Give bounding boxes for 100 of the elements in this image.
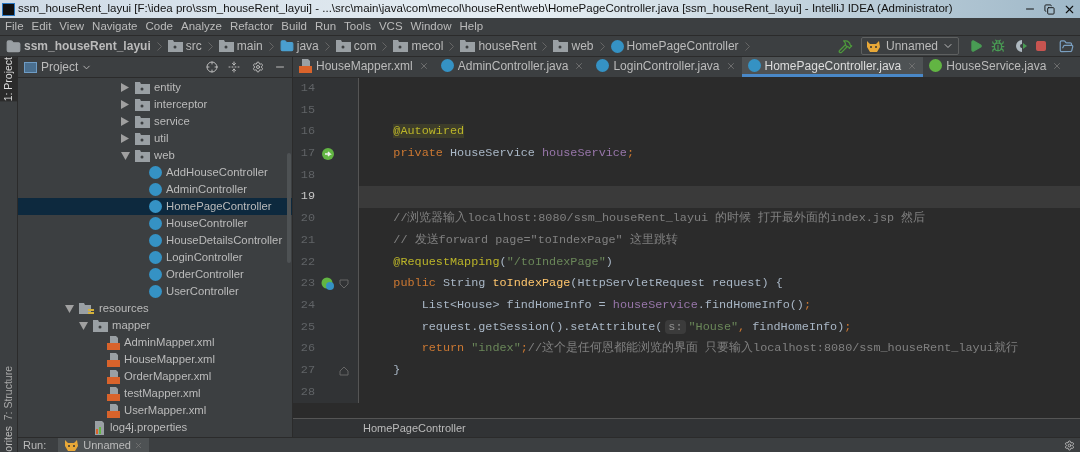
project-folder-icon: [6, 38, 21, 54]
globe-gutter-icon[interactable]: [321, 277, 335, 292]
run-config-dropdown[interactable]: Unnamed: [860, 37, 959, 55]
editor-tab[interactable]: LoginController.java: [590, 57, 742, 77]
menu-item[interactable]: Refactor: [229, 17, 274, 36]
tree-item[interactable]: util: [18, 130, 292, 147]
xml-file-icon: [107, 369, 120, 384]
tool-window-tab[interactable]: orites: [0, 426, 18, 452]
menu-item[interactable]: Build: [281, 17, 307, 36]
locate-icon[interactable]: [206, 61, 218, 73]
tree-item[interactable]: log4j.properties: [18, 419, 292, 436]
code-line: return "index";//这个是任何恩都能浏览的界面 只要输入localhost:8080/ssm_houseRent_layui就行: [420, 340, 1018, 358]
collapse-all-icon[interactable]: [228, 61, 240, 73]
tree-item[interactable]: HouseController: [18, 215, 292, 232]
tree-item[interactable]: OrderController: [18, 266, 292, 283]
xml-file-icon: [107, 335, 120, 350]
breadcrumb-item[interactable]: src: [167, 37, 213, 55]
unfold-icon[interactable]: [339, 365, 349, 376]
breadcrumb-item[interactable]: houseRent: [460, 37, 548, 55]
line-number: 19: [299, 188, 315, 206]
chevron-right-icon: [324, 41, 330, 51]
menu-item[interactable]: Help: [459, 17, 484, 36]
tool-window-tab[interactable]: 1: Project: [0, 57, 18, 102]
tree-item[interactable]: resources: [18, 300, 292, 317]
menu-item[interactable]: VCS: [378, 17, 403, 36]
cat-icon: [865, 39, 882, 53]
editor-tab[interactable]: HouseMapper.xml: [293, 57, 435, 77]
tree-item[interactable]: service: [18, 113, 292, 130]
settings-icon[interactable]: [252, 61, 264, 73]
editor-breadcrumb[interactable]: HomePageController: [363, 419, 466, 437]
editor-tab[interactable]: HomePageController.java: [741, 57, 924, 77]
xml-file-icon: [107, 403, 120, 418]
breadcrumb-item[interactable]: ssm_houseRent_layui: [6, 37, 162, 55]
menu-item[interactable]: Navigate: [92, 17, 138, 36]
folder-icon: [93, 319, 108, 332]
run-icon[interactable]: [969, 39, 983, 53]
code-line: request.getSession().setAttribute( s: "House", findHomeInfo);: [420, 318, 852, 336]
folder-icon: [218, 40, 234, 52]
tree-item[interactable]: UserController: [18, 283, 292, 300]
restore-icon[interactable]: [1044, 3, 1055, 15]
menu-item[interactable]: Tools: [344, 17, 371, 36]
stop-icon[interactable]: [1035, 40, 1047, 52]
code-line: private HouseService houseService;: [392, 145, 635, 163]
class-icon: [610, 39, 624, 53]
tree-item[interactable]: AdminMapper.xml: [18, 334, 292, 351]
hammer-icon[interactable]: [837, 38, 853, 54]
tool-window-tab[interactable]: 7: Structure: [0, 366, 18, 421]
debug-icon[interactable]: [991, 39, 1005, 53]
folder-icon: [135, 149, 150, 162]
breadcrumb-item[interactable]: web: [553, 37, 605, 55]
window-title: ssm_houseRent_layui [F:\idea pro\ssm_houseRent_layui] - ...\src\main\java\com\mecol\houseRent\web\HomePageController.java [ssm_houseRent_layui] - IntelliJ IDEA (Administrator): [18, 1, 954, 17]
breadcrumb-item[interactable]: com: [335, 37, 388, 55]
tree-item[interactable]: HouseMapper.xml: [18, 351, 292, 368]
source-folder-icon: [279, 39, 294, 53]
chevron-right-icon: [207, 41, 213, 51]
expanded-arrow-icon[interactable]: [121, 151, 130, 160]
bean-gutter-icon[interactable]: [321, 146, 335, 161]
breadcrumb-item[interactable]: HomePageController: [610, 37, 750, 55]
fold-icon[interactable]: [339, 279, 349, 290]
tree-item[interactable]: entity: [18, 79, 292, 96]
menu-item[interactable]: Analyze: [180, 17, 222, 36]
folder-icon: [460, 40, 476, 52]
menu-item[interactable]: Code: [145, 17, 173, 36]
class-icon: [149, 200, 162, 213]
tree-item[interactable]: testMapper.xml: [18, 385, 292, 402]
breadcrumb-item[interactable]: mecol: [393, 37, 455, 55]
menu-item[interactable]: Window: [410, 17, 452, 36]
tree-item[interactable]: AddHouseController: [18, 164, 292, 181]
project-view-dropdown[interactable]: Project: [41, 58, 93, 76]
tree-item[interactable]: mapper: [18, 317, 292, 334]
folder-icon: [135, 81, 150, 94]
settings-icon[interactable]: [1064, 439, 1075, 451]
tree-item[interactable]: web: [18, 147, 292, 164]
tree-item[interactable]: HomePageController: [18, 198, 292, 215]
chevron-right-icon: [599, 41, 605, 51]
class-icon: [149, 166, 162, 179]
project-structure-icon[interactable]: [1059, 38, 1074, 54]
tree-item[interactable]: LoginController: [18, 249, 292, 266]
editor-tab[interactable]: HouseService.java: [923, 57, 1069, 77]
menu-item[interactable]: View: [59, 17, 85, 36]
tree-item[interactable]: AdminController: [18, 181, 292, 198]
xml-file-icon: [299, 58, 312, 73]
breadcrumb-item[interactable]: main: [218, 37, 274, 55]
folder-icon: [167, 40, 183, 52]
tree-item[interactable]: interceptor: [18, 96, 292, 113]
chevron-right-icon: [542, 41, 548, 51]
menu-item[interactable]: Edit: [31, 17, 52, 36]
tree-item[interactable]: OrderMapper.xml: [18, 368, 292, 385]
coverage-icon[interactable]: [1013, 39, 1027, 53]
tree-item[interactable]: UserMapper.xml: [18, 402, 292, 419]
class-icon: [747, 59, 761, 72]
menu-item[interactable]: Run: [314, 17, 337, 36]
menu-item[interactable]: File: [5, 17, 24, 36]
run-tab[interactable]: Unnamed: [58, 438, 149, 452]
editor-tab[interactable]: AdminController.java: [434, 57, 591, 77]
tree-item[interactable]: HouseDetailsController: [18, 232, 292, 249]
chevron-right-icon: [382, 41, 388, 51]
code-line: public String toIndexPage(HttpServletRequest request) {: [392, 275, 783, 293]
panel-icon: [24, 61, 37, 73]
breadcrumb-item[interactable]: java: [279, 37, 330, 55]
